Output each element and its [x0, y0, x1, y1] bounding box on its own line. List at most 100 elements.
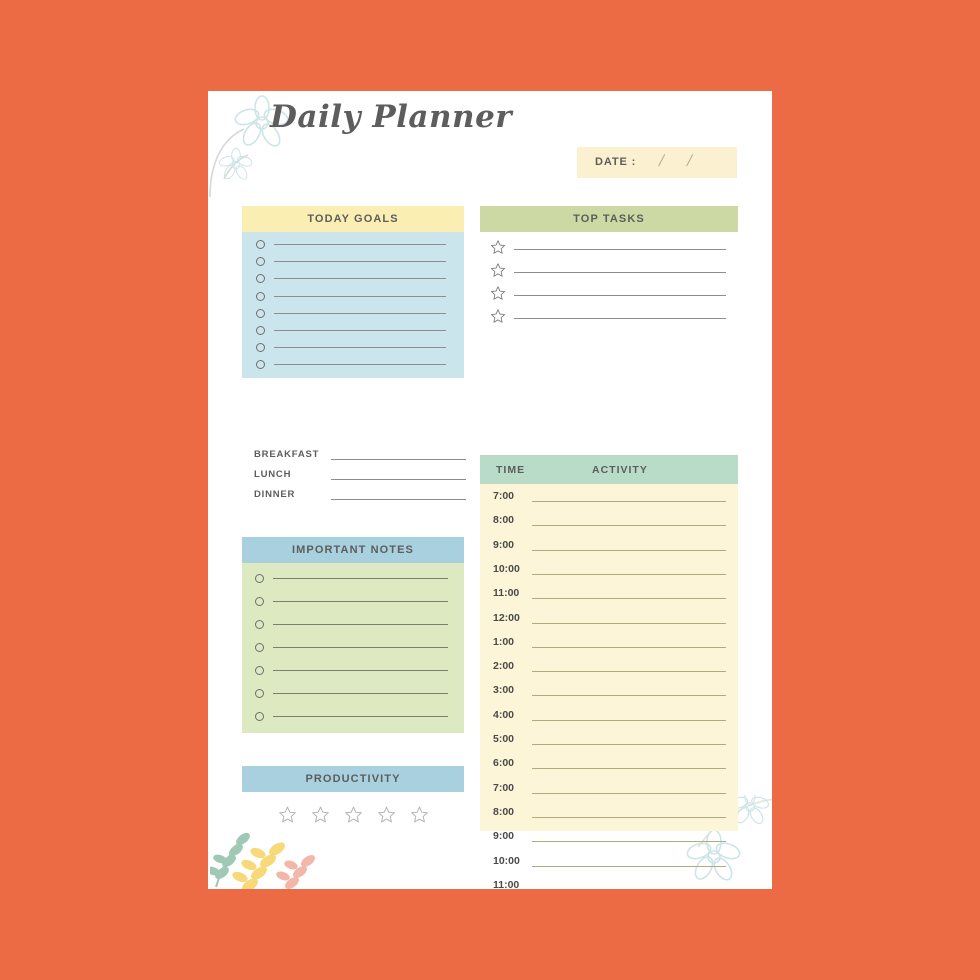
schedule-activity-line[interactable] [532, 646, 726, 648]
goal-line[interactable] [274, 330, 446, 331]
date-field[interactable]: DATE : / / [577, 147, 737, 178]
schedule-row[interactable]: 7:00 [480, 484, 738, 508]
schedule-activity-line[interactable] [532, 525, 726, 527]
goal-line[interactable] [274, 278, 446, 280]
schedule-activity-line[interactable] [532, 841, 726, 843]
star-icon[interactable] [490, 308, 506, 324]
task-line[interactable] [514, 295, 726, 296]
goal-line[interactable] [274, 364, 446, 366]
schedule-row[interactable]: 10:00 [480, 849, 738, 873]
top-tasks-header: TOP TASKS [480, 206, 738, 232]
note-checkbox[interactable] [255, 597, 264, 606]
note-line[interactable] [273, 601, 448, 602]
schedule-row[interactable]: 11:00 [480, 581, 738, 605]
schedule-activity-line[interactable] [532, 768, 726, 770]
schedule-row[interactable]: 9:00 [480, 824, 738, 848]
schedule-activity-line[interactable] [532, 865, 726, 867]
schedule-row[interactable]: 5:00 [480, 727, 738, 751]
schedule-activity-line[interactable] [532, 695, 726, 697]
star-icon[interactable] [410, 805, 429, 824]
date-label: DATE : [595, 156, 637, 168]
today-goals-body[interactable] [242, 232, 464, 378]
schedule-time: 5:00 [493, 733, 515, 745]
schedule-column-time: TIME [496, 464, 526, 476]
schedule-activity-line[interactable] [532, 501, 726, 502]
goal-line[interactable] [274, 244, 446, 245]
schedule-row[interactable]: 4:00 [480, 703, 738, 727]
schedule-activity-line[interactable] [532, 719, 726, 721]
goal-checkbox[interactable] [256, 274, 265, 284]
note-line[interactable] [273, 693, 448, 694]
schedule-activity-line[interactable] [532, 598, 726, 600]
task-line[interactable] [514, 272, 726, 273]
task-line[interactable] [514, 318, 726, 319]
note-checkbox[interactable] [255, 712, 264, 721]
note-line[interactable] [273, 647, 448, 648]
important-notes-body[interactable] [242, 563, 464, 733]
schedule-activity-line[interactable] [532, 573, 726, 575]
star-icon[interactable] [344, 805, 363, 824]
task-row[interactable] [480, 259, 738, 282]
note-checkbox[interactable] [255, 620, 264, 629]
note-checkbox[interactable] [255, 666, 264, 675]
productivity-rating[interactable] [242, 801, 464, 827]
goal-checkbox[interactable] [256, 291, 265, 301]
note-line[interactable] [273, 670, 448, 671]
task-row[interactable] [480, 282, 738, 305]
goal-line[interactable] [274, 312, 446, 314]
schedule-time: 8:00 [493, 805, 515, 818]
star-icon[interactable] [490, 285, 506, 301]
goal-checkbox[interactable] [256, 326, 265, 335]
schedule-row[interactable]: 7:00 [480, 776, 738, 800]
schedule-time: 9:00 [493, 830, 515, 843]
schedule-time: 4:00 [493, 708, 515, 721]
schedule-activity-line[interactable] [532, 622, 726, 624]
schedule-activity-line[interactable] [532, 549, 726, 551]
note-checkbox[interactable] [255, 574, 264, 583]
schedule-activity-line[interactable] [532, 744, 726, 745]
productivity-title: PRODUCTIVITY [305, 773, 401, 785]
schedule-row[interactable]: 9:00 [480, 533, 738, 557]
meal-input-line[interactable] [331, 499, 466, 500]
goal-line[interactable] [274, 347, 446, 349]
schedule-row[interactable]: 11:00 [480, 873, 738, 889]
star-icon[interactable] [490, 239, 506, 255]
schedule-row[interactable]: 8:00 [480, 508, 738, 532]
note-line[interactable] [273, 578, 448, 579]
schedule-row[interactable]: 8:00 [480, 800, 738, 824]
goal-checkbox[interactable] [256, 257, 265, 267]
meal-label: LUNCH [254, 469, 292, 480]
goal-checkbox[interactable] [256, 343, 265, 353]
star-icon[interactable] [377, 805, 396, 824]
goal-checkbox[interactable] [256, 308, 265, 318]
note-line[interactable] [273, 624, 448, 625]
task-row[interactable] [480, 305, 738, 328]
schedule-row[interactable]: 3:00 [480, 678, 738, 702]
schedule-row[interactable]: 10:00 [480, 557, 738, 581]
note-checkbox[interactable] [255, 643, 264, 652]
top-tasks-body[interactable] [480, 236, 738, 331]
star-icon[interactable] [490, 262, 506, 278]
schedule-row[interactable]: 12:00 [480, 606, 738, 630]
schedule-row[interactable]: 6:00 [480, 751, 738, 775]
goal-line[interactable] [274, 295, 446, 297]
schedule-activity-line[interactable] [532, 792, 726, 794]
note-line[interactable] [273, 716, 448, 717]
date-separator: / [685, 153, 694, 170]
schedule-time: 7:00 [493, 781, 515, 794]
star-icon[interactable] [278, 805, 297, 824]
schedule-body[interactable]: 7:00 8:00 9:00 10:00 11:00 12:00 1:00 2:00 3:00 4… [480, 484, 738, 889]
schedule-row[interactable]: 2:00 [480, 654, 738, 678]
note-checkbox[interactable] [255, 689, 264, 698]
meal-input-line[interactable] [331, 479, 466, 480]
star-icon[interactable] [311, 805, 330, 824]
goal-checkbox[interactable] [256, 360, 265, 370]
task-row[interactable] [480, 236, 738, 259]
task-line[interactable] [514, 249, 726, 250]
goal-checkbox[interactable] [256, 240, 265, 249]
schedule-activity-line[interactable] [532, 816, 726, 818]
schedule-row[interactable]: 1:00 [480, 630, 738, 654]
goal-line[interactable] [274, 261, 446, 263]
schedule-activity-line[interactable] [532, 671, 726, 673]
meal-input-line[interactable] [331, 459, 466, 460]
